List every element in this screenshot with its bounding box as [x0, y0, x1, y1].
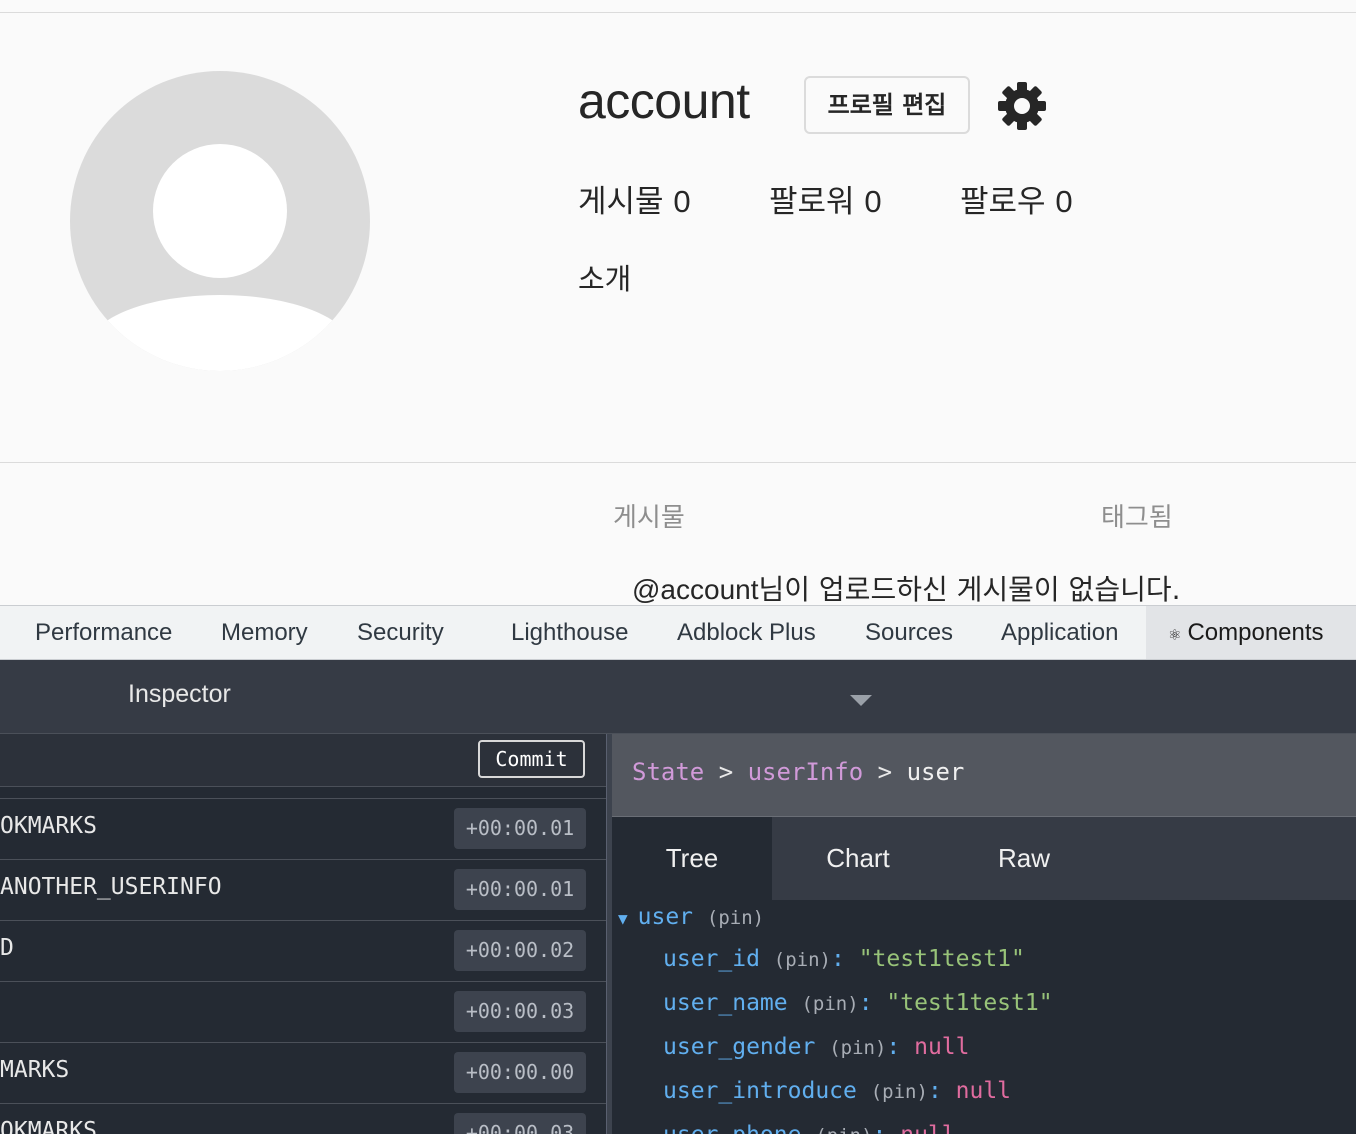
tree-pin: (pin) [773, 949, 831, 971]
breadcrumb-separator: > [718, 758, 734, 786]
inspector-title[interactable]: Inspector [128, 680, 231, 709]
stat-value: 0 [1055, 184, 1073, 219]
mutations-toolbar: Commit [0, 734, 606, 787]
tree-key: user_gender [663, 1034, 816, 1060]
tree-value: "test1test1" [858, 946, 1025, 972]
mutation-row[interactable]: ANOTHER_USERINFO +00:00.01 [0, 859, 606, 920]
mutation-row[interactable]: D +00:00.02 [0, 920, 606, 981]
stat-label: 팔로우 [960, 184, 1046, 220]
empty-message-handle: @account [632, 574, 759, 605]
react-icon: ⚛ [1168, 627, 1182, 644]
mutation-time: +00:00.00 [454, 1052, 586, 1093]
gear-icon[interactable] [996, 80, 1048, 132]
tree-key: user_id [663, 946, 760, 972]
tab-memory[interactable]: Memory [221, 606, 308, 659]
tree-row[interactable]: user_id (pin): "test1test1" [663, 946, 1025, 972]
tree-row[interactable]: user_gender (pin): null [663, 1034, 969, 1060]
mutation-name: OKMARKS [0, 813, 97, 839]
tab-raw[interactable]: Raw [944, 817, 1104, 900]
expand-triangle-icon[interactable]: ▼ [618, 909, 628, 928]
vue-devtools-header: Inspector [0, 660, 1356, 734]
mutation-name: D [0, 935, 14, 961]
tab-adblock-plus[interactable]: Adblock Plus [677, 606, 816, 659]
followers-count[interactable]: 팔로워 0 [769, 176, 882, 221]
commit-button[interactable]: Commit [478, 740, 585, 778]
tree-pin: (pin) [801, 993, 859, 1015]
tab-application[interactable]: Application [1001, 606, 1118, 659]
stat-value: 0 [673, 184, 691, 219]
stat-label: 팔로워 [769, 184, 855, 220]
breadcrumb-item-userinfo[interactable]: userInfo [748, 758, 864, 786]
following-count[interactable]: 팔로우 0 [960, 176, 1073, 221]
profile-username: account [578, 73, 750, 129]
tab-components[interactable]: ⚛ Components [1146, 606, 1356, 659]
top-divider [0, 12, 1356, 13]
mutation-list: OKMARKS +00:00.01 ANOTHER_USERINFO +00:0… [0, 798, 606, 1134]
tree-pin: (pin) [706, 907, 765, 929]
profile-page: account 프로필 편집 게시물 0 팔로워 0 팔로우 0 소개 게시물 … [0, 0, 1356, 605]
avatar-body-icon [90, 295, 350, 371]
tab-performance[interactable]: Performance [35, 606, 172, 659]
mutation-time: +00:00.03 [454, 1113, 586, 1134]
mutation-time: +00:00.01 [454, 808, 586, 849]
mutation-row[interactable]: MARKS +00:00.00 [0, 1042, 606, 1103]
devtools-tab-bar: Performance Memory Security Lighthouse A… [0, 605, 1356, 660]
tab-posts[interactable]: 게시물 [613, 497, 685, 534]
mutation-name: ANOTHER_USERINFO [0, 874, 222, 900]
avatar[interactable] [70, 71, 370, 371]
mutation-time: +00:00.01 [454, 869, 586, 910]
tree-node-user[interactable]: ▼ user (pin) [618, 904, 764, 930]
edit-profile-button[interactable]: 프로필 편집 [804, 76, 970, 134]
posts-count[interactable]: 게시물 0 [578, 176, 691, 221]
stat-label: 게시물 [578, 184, 664, 220]
vue-devtools-panel: Inspector Commit OKMARKS +00:00.01 ANOTH… [0, 660, 1356, 1134]
tab-sources[interactable]: Sources [865, 606, 953, 659]
tab-tagged[interactable]: 태그됨 [1101, 497, 1173, 534]
tree-row[interactable]: user_introduce (pin): null [663, 1078, 1011, 1104]
mutation-time: +00:00.03 [454, 991, 586, 1032]
tree-value: null [955, 1078, 1012, 1104]
tree-key: user_name [663, 990, 788, 1016]
empty-message-text: 님이 업로드하신 게시물이 없습니다. [758, 573, 1181, 605]
tree-value: null [900, 1122, 955, 1134]
mutation-time: +00:00.02 [454, 930, 586, 971]
mutations-pane: Commit OKMARKS +00:00.01 ANOTHER_USERINF… [0, 734, 606, 1134]
intro-label: 소개 [578, 262, 632, 296]
mutation-row[interactable]: OKMARKS +00:00.03 [0, 1103, 606, 1134]
tree-key: user_phone [663, 1122, 801, 1134]
avatar-head-icon [153, 144, 287, 278]
tree-key: user_introduce [663, 1078, 857, 1104]
chevron-down-icon[interactable] [850, 695, 872, 706]
stat-value: 0 [864, 184, 882, 219]
mutation-name: MARKS [0, 1057, 70, 1083]
view-tabs: Tree Chart Raw [612, 817, 1356, 900]
state-inspector-pane: State > userInfo > user Tree Chart Raw ▼… [612, 734, 1356, 1134]
tree-pin: (pin) [829, 1037, 887, 1059]
tabs-divider [0, 462, 1356, 463]
breadcrumb-item-user: user [906, 758, 965, 786]
empty-posts-message: @account님이 업로드하신 게시물이 없습니다. [632, 568, 1181, 605]
mutation-row[interactable]: OKMARKS +00:00.01 [0, 798, 606, 859]
tab-tree[interactable]: Tree [612, 817, 772, 900]
tree-key: user [637, 904, 694, 930]
tab-lighthouse[interactable]: Lighthouse [511, 606, 628, 659]
breadcrumb-path: State > userInfo > user [632, 758, 964, 786]
tree-row[interactable]: user_phone (pin): null [663, 1122, 956, 1134]
tab-components-label: Components [1187, 619, 1324, 646]
tree-pin: (pin) [870, 1081, 928, 1103]
tree-value: null [914, 1034, 970, 1060]
breadcrumb-separator: > [877, 758, 893, 786]
tree-pin: (pin) [815, 1125, 872, 1134]
tab-chart[interactable]: Chart [772, 817, 944, 900]
breadcrumb: State > userInfo > user [612, 734, 1356, 817]
tree-row[interactable]: user_name (pin): "test1test1" [663, 990, 1053, 1016]
mutation-row[interactable]: +00:00.03 [0, 981, 606, 1042]
tree-value: "test1test1" [886, 990, 1053, 1016]
tab-security[interactable]: Security [357, 606, 444, 659]
mutation-name: OKMARKS [0, 1118, 97, 1134]
breadcrumb-item-state[interactable]: State [632, 758, 704, 786]
